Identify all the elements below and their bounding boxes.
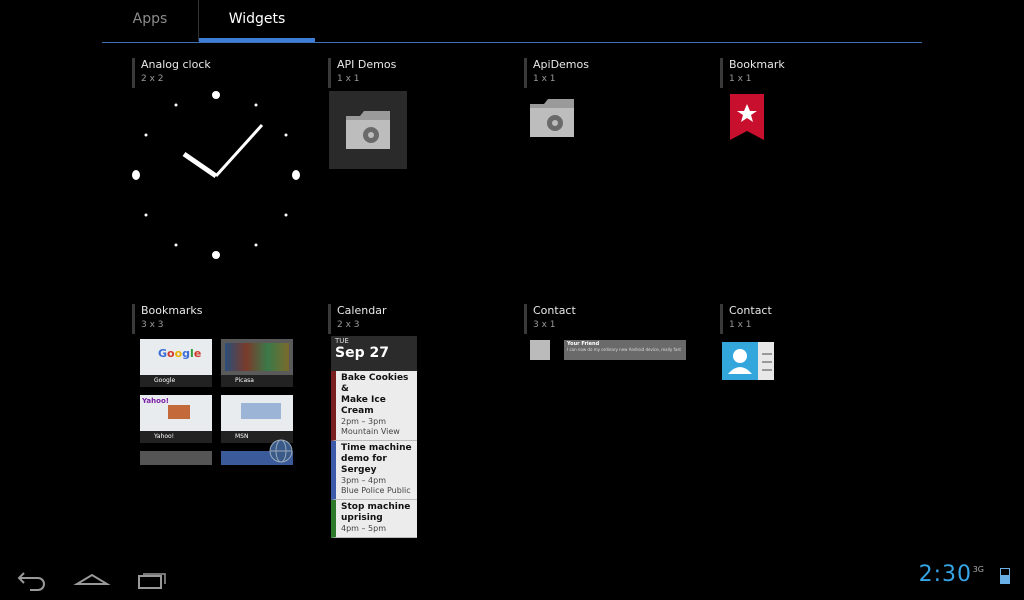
widget-size: 2 x 2 — [141, 74, 164, 84]
analog-clock-preview — [132, 91, 300, 259]
system-bar: 2:30 3G — [0, 554, 1024, 600]
widget-size: 1 x 1 — [533, 74, 556, 84]
widget-size: 2 x 3 — [337, 320, 360, 330]
widget-bookmark[interactable]: Bookmark 1 x 1 — [720, 58, 910, 140]
tab-widgets[interactable]: Widgets — [198, 0, 315, 42]
widget-size: 3 x 3 — [141, 320, 164, 330]
signal-indicator: 3G — [972, 565, 984, 574]
widget-size: 1 x 1 — [337, 74, 360, 84]
bookmark-thumbnail: MSN — [221, 395, 293, 443]
widget-api-demos[interactable]: API Demos 1 x 1 — [328, 58, 518, 169]
folder-gear-icon — [329, 91, 407, 169]
widget-contact-1x1[interactable]: Contact 1 x 1 — [720, 304, 910, 380]
widget-title: Bookmarks — [141, 304, 203, 317]
widget-title: ApiDemos — [533, 58, 589, 71]
status-clock[interactable]: 2:30 — [919, 562, 972, 587]
widget-size: 1 x 1 — [729, 320, 752, 330]
widget-analog-clock[interactable]: Analog clock 2 x 2 — [132, 58, 322, 259]
widget-title: API Demos — [337, 58, 397, 71]
calendar-event: Stop machine uprising 4pm – 5pm — [331, 500, 417, 538]
contact-avatar-icon — [530, 340, 550, 360]
globe-icon — [269, 439, 293, 463]
widget-title: Contact — [533, 304, 576, 317]
widget-title: Analog clock — [141, 58, 211, 71]
widget-title: Calendar — [337, 304, 387, 317]
calendar-day-of-week: TUE — [335, 337, 349, 345]
bookmark-thumbnail: Picasa — [221, 339, 293, 387]
bookmark-thumbnail: Yahoo! Yahoo! — [140, 395, 212, 443]
folder-gear-icon — [530, 99, 574, 137]
widget-size: 1 x 1 — [729, 74, 752, 84]
tab-bar: Apps Widgets — [102, 0, 922, 43]
calendar-date: Sep 27 — [335, 345, 389, 361]
bookmark-thumbnail: Google Google — [140, 339, 212, 387]
battery-icon — [1000, 568, 1010, 584]
calendar-event: Bake Cookies & Make Ice Cream 2pm – 3pm … — [331, 371, 417, 441]
widget-bookmarks[interactable]: Bookmarks 3 x 3 Google Google Picasa Yah… — [132, 304, 322, 465]
tab-apps[interactable]: Apps — [102, 0, 198, 41]
calendar-preview: TUE Sep 27 Bake Cookies & Make Ice Cream… — [331, 336, 417, 538]
contact-card-icon — [722, 342, 774, 380]
home-icon[interactable] — [72, 566, 112, 592]
contact-card-preview: Your Friend I can now do my ordinary new… — [530, 340, 688, 360]
widget-title: Bookmark — [729, 58, 785, 71]
widget-calendar[interactable]: Calendar 2 x 3 TUE Sep 27 Bake Cookies &… — [328, 304, 518, 538]
recent-apps-icon[interactable] — [132, 566, 172, 592]
widget-title: Contact — [729, 304, 772, 317]
widget-apidemos[interactable]: ApiDemos 1 x 1 — [524, 58, 714, 137]
calendar-event: Time machine demo for Sergey 3pm – 4pm B… — [331, 441, 417, 500]
bookmark-thumbnail — [140, 451, 212, 465]
bookmark-ribbon-icon — [730, 94, 764, 140]
back-icon[interactable] — [12, 566, 52, 592]
widget-size: 3 x 1 — [533, 320, 556, 330]
widget-contact-3x1[interactable]: Contact 3 x 1 Your Friend I can now do m… — [524, 304, 714, 360]
